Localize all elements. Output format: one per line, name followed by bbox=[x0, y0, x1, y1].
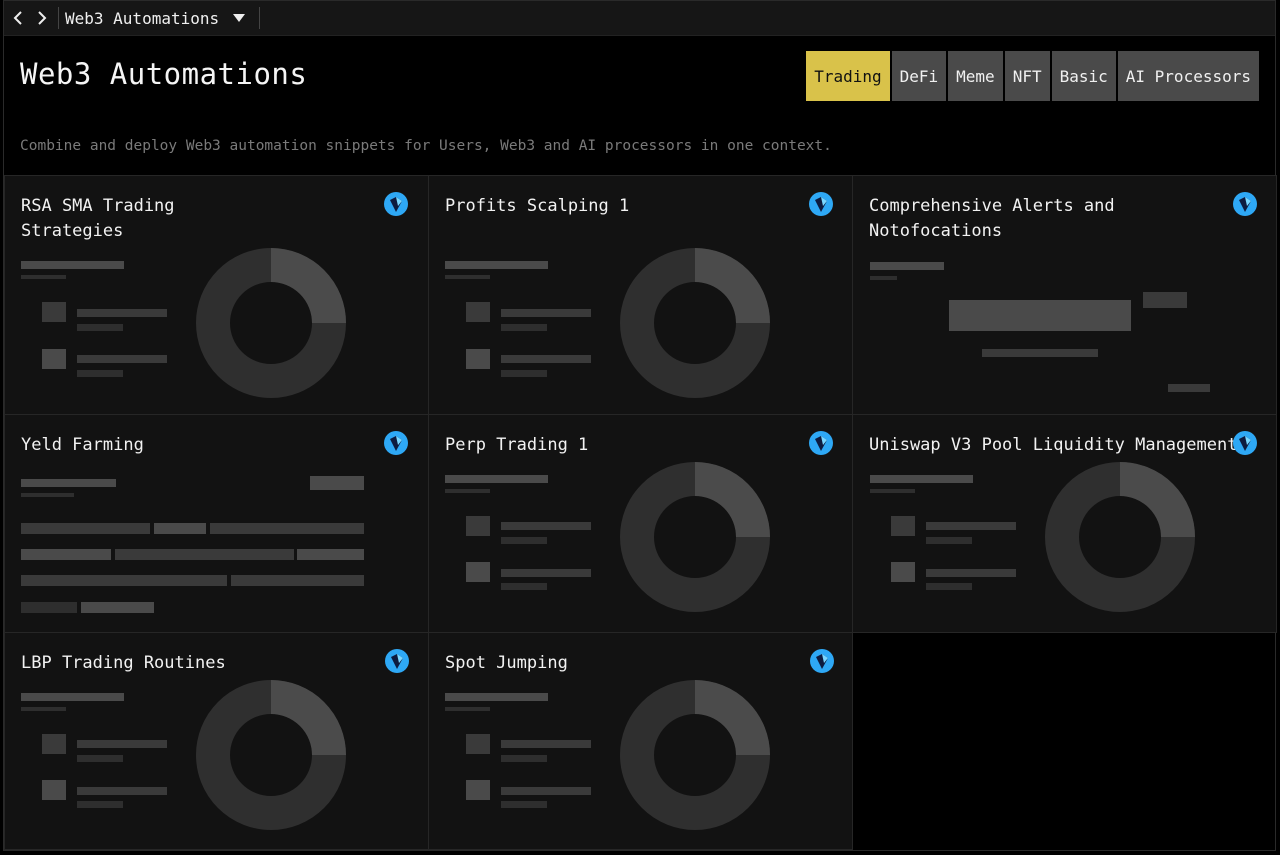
card-title: RSA SMA Trading Strategies bbox=[21, 196, 175, 241]
tab-defi[interactable]: DeFi bbox=[891, 51, 947, 101]
donut-preview bbox=[620, 680, 770, 830]
card-title: Profits Scalping 1 bbox=[445, 196, 630, 216]
web3-logo-icon bbox=[1233, 192, 1257, 216]
tab-meme[interactable]: Meme bbox=[948, 51, 1003, 101]
tab-ai-processors[interactable]: AI Processors bbox=[1117, 51, 1259, 101]
card-title: Uniswap V3 Pool Liquidity Management bbox=[869, 435, 1238, 455]
card-title: Spot Jumping bbox=[445, 653, 568, 673]
divider bbox=[259, 7, 261, 29]
automation-card[interactable]: LBP Trading Routines bbox=[4, 632, 429, 850]
donut-preview bbox=[196, 248, 346, 398]
tab-trading[interactable]: Trading bbox=[806, 51, 890, 101]
automation-card[interactable]: Comprehensive Alerts and Notofocations bbox=[852, 175, 1277, 415]
web3-logo-icon bbox=[809, 192, 833, 216]
breadcrumb-dropdown[interactable]: Web3 Automations bbox=[65, 8, 246, 28]
automation-card[interactable]: Uniswap V3 Pool Liquidity Management bbox=[852, 414, 1277, 633]
web3-logo-icon bbox=[385, 649, 409, 673]
web3-logo-icon bbox=[384, 431, 408, 455]
automation-card[interactable]: Profits Scalping 1 bbox=[428, 175, 853, 415]
card-title: Perp Trading 1 bbox=[445, 435, 589, 455]
chevron-right-icon[interactable] bbox=[30, 6, 54, 30]
donut-preview bbox=[1045, 462, 1195, 612]
divider bbox=[58, 7, 59, 29]
chevron-left-icon[interactable] bbox=[6, 6, 30, 30]
web3-logo-icon bbox=[809, 431, 833, 455]
web3-logo-icon bbox=[384, 192, 408, 216]
tab-basic[interactable]: Basic bbox=[1051, 51, 1116, 101]
donut-preview bbox=[196, 680, 346, 830]
caret-down-icon bbox=[233, 14, 246, 22]
tab-nft[interactable]: NFT bbox=[1004, 51, 1050, 101]
page-title: Web3 Automations bbox=[20, 57, 308, 91]
automation-card[interactable]: RSA SMA Trading Strategies bbox=[4, 175, 429, 415]
app-window: Web3 Automations Web3 Automations Tradin… bbox=[3, 0, 1277, 851]
automation-card[interactable]: Yeld Farming bbox=[4, 414, 429, 633]
category-tabs: Trading DeFi Meme NFT Basic AI Processor… bbox=[806, 51, 1259, 101]
card-title: Comprehensive Alerts and Notofocations bbox=[869, 196, 1115, 241]
page-subtitle: Combine and deploy Web3 automation snipp… bbox=[20, 138, 832, 154]
donut-preview bbox=[620, 248, 770, 398]
web3-logo-icon bbox=[1233, 431, 1257, 455]
web3-logo-icon bbox=[810, 649, 834, 673]
top-bar: Web3 Automations bbox=[4, 1, 1275, 36]
donut-preview bbox=[620, 462, 770, 612]
automation-card[interactable]: Spot Jumping bbox=[428, 632, 853, 850]
card-title: Yeld Farming bbox=[21, 435, 144, 455]
breadcrumb-label: Web3 Automations bbox=[65, 8, 220, 28]
automation-card[interactable]: Perp Trading 1 bbox=[428, 414, 853, 633]
card-title: LBP Trading Routines bbox=[21, 653, 226, 673]
